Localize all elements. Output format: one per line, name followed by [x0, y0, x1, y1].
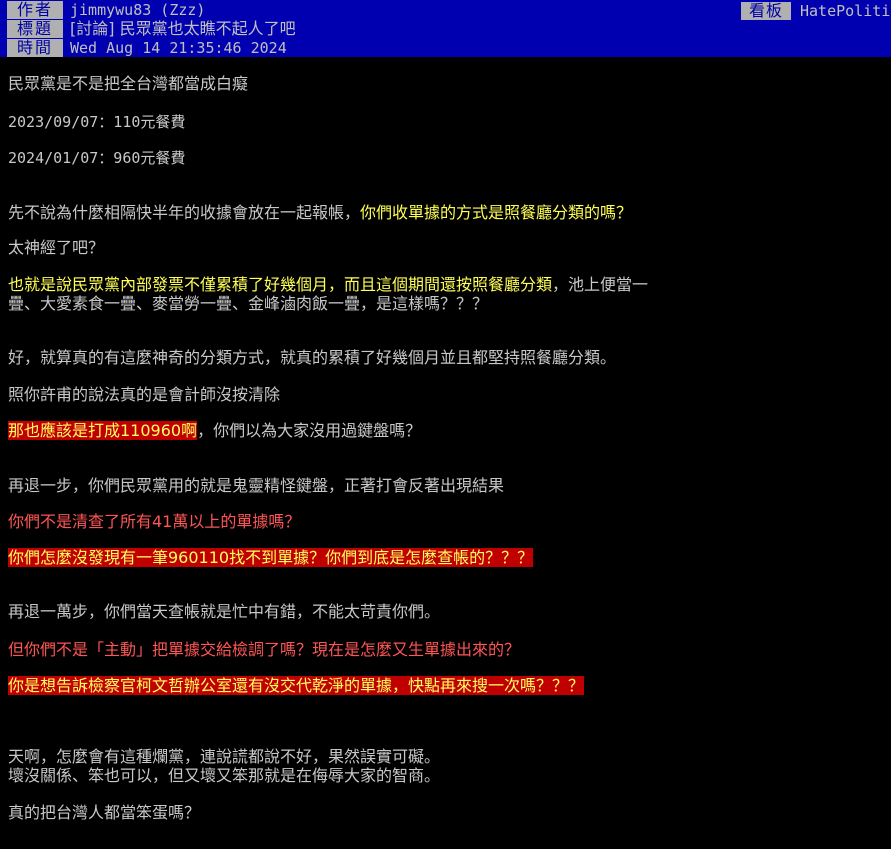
- body-line-12: 你們不是清查了所有41萬以上的單據嗎？: [8, 512, 301, 531]
- board-label: 看板: [741, 2, 791, 20]
- body-line-1: 民眾黨是不是把全台灣都當成白癡: [8, 74, 249, 93]
- time-row: 時間 Wed Aug 14 21:35:46 2024: [0, 38, 891, 57]
- body-line-6: 也就是說民眾黨內部發票不僅累積了好幾個月，而且這個期間還按照餐廳分類，池上便當一: [8, 275, 648, 295]
- author-label: 作者: [7, 1, 63, 19]
- time-label: 時間: [7, 39, 63, 57]
- body-line-7: 疊、大愛素食一疊、麥當勞一疊、金峰滷肉飯一疊，是這樣嗎？？？: [8, 294, 489, 313]
- body-line-3: 2024/01/07：960元餐費: [8, 149, 186, 167]
- author-value[interactable]: jimmywu83 (Zzz): [70, 1, 205, 19]
- body-line-13: 你們怎麼沒發現有一筆960110找不到單據？你們到底是怎麼查帳的？？？: [8, 548, 534, 568]
- body-line-6b: ，池上便當一: [552, 275, 649, 294]
- body-line-13-text: 你們怎麼沒發現有一筆960110找不到單據？你們到底是怎麼查帳的？？？: [8, 548, 534, 567]
- title-row: 標題 [討論] 民眾黨也太瞧不起人了吧: [0, 19, 891, 38]
- article-header: 作者 jimmywu83 (Zzz) 看板 HatePoliti 標題 [討論]…: [0, 0, 891, 57]
- title-label: 標題: [7, 20, 63, 38]
- body-line-19: 真的把台灣人都當笨蛋嗎？: [8, 803, 201, 822]
- body-line-4a: 先不說為什麼相隔快半年的收據會放在一起報帳，: [8, 203, 361, 222]
- body-line-11: 再退一步，你們民眾黨用的就是鬼靈精怪鍵盤，正著打會反著出現結果: [8, 476, 505, 495]
- body-line-15: 但你們不是「主動」把單據交給檢調了嗎？現在是怎麼又生單據出來的？: [8, 640, 521, 659]
- body-line-2: 2023/09/07：110元餐費: [8, 113, 186, 131]
- body-line-16-text: 你是想告訴檢察官柯文哲辦公室還有沒交代乾淨的單據，快點再來搜一次嗎？？？: [8, 676, 585, 695]
- body-line-4b: 你們收單據的方式是照餐廳分類的嗎？: [360, 203, 633, 222]
- author-row: 作者 jimmywu83 (Zzz) 看板 HatePoliti: [0, 0, 891, 20]
- body-line-4: 先不說為什麼相隔快半年的收據會放在一起報帳，你們收單據的方式是照餐廳分類的嗎？: [8, 203, 632, 223]
- body-line-8: 好，就算真的有這麼神奇的分類方式，就真的累積了好幾個月並且都堅持照餐廳分類。: [8, 348, 617, 367]
- body-line-17: 天啊，怎麼會有這種爛黨，連說謊都說不好，果然誤實可礙。: [8, 747, 441, 766]
- board-value[interactable]: HatePoliti: [800, 2, 890, 20]
- title-value: [討論] 民眾黨也太瞧不起人了吧: [70, 19, 296, 38]
- body-line-18: 壞沒關係、笨也可以，但又壞又笨那就是在侮辱大家的智商。: [8, 766, 441, 785]
- time-value: Wed Aug 14 21:35:46 2024: [70, 39, 287, 57]
- body-line-6a: 也就是說民眾黨內部發票不僅累積了好幾個月，而且這個期間還按照餐廳分類: [8, 275, 553, 294]
- body-line-10: 那也應該是打成110960啊，你們以為大家沒用過鍵盤嗎？: [8, 421, 421, 441]
- body-line-5: 太神經了吧？: [8, 238, 105, 257]
- body-line-9: 照你許甫的說法真的是會計師沒按清除: [8, 385, 281, 404]
- body-line-10b: ，你們以為大家沒用過鍵盤嗎？: [197, 421, 422, 440]
- body-line-10a: 那也應該是打成110960啊: [8, 421, 198, 440]
- body-line-14: 再退一萬步，你們當天查帳就是忙中有錯，不能太苛責你們。: [8, 602, 441, 621]
- body-line-16: 你是想告訴檢察官柯文哲辦公室還有沒交代乾淨的單據，快點再來搜一次嗎？？？: [8, 676, 585, 696]
